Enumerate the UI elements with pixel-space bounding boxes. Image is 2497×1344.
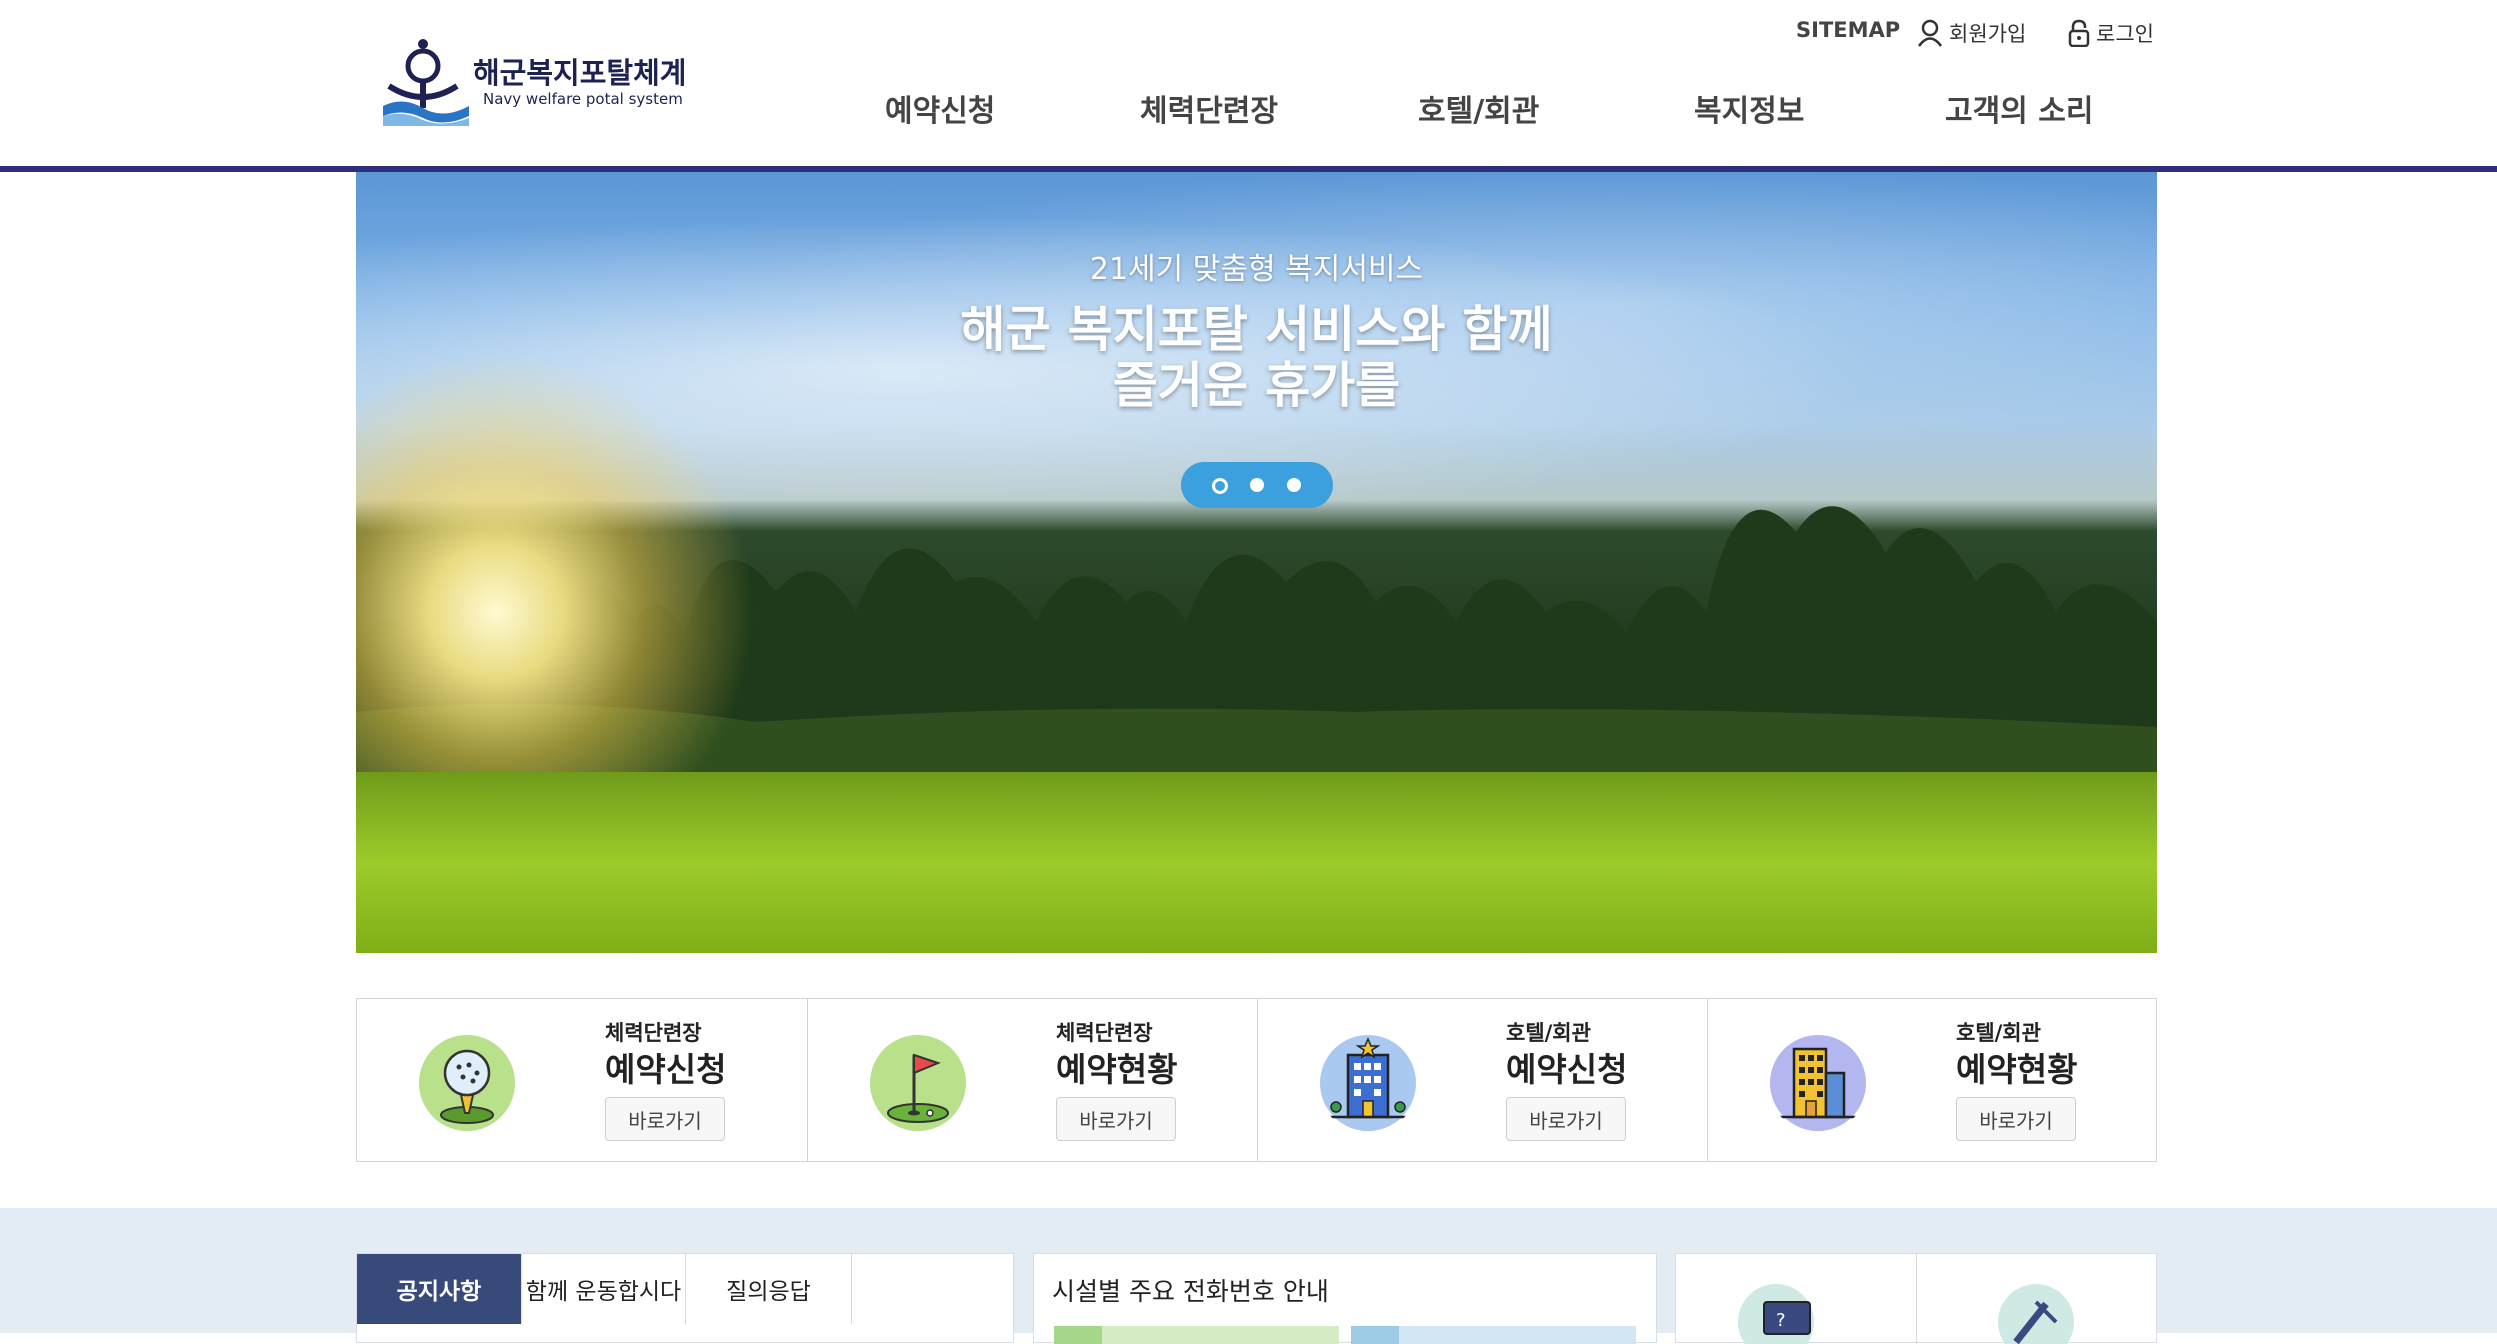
- nav-welfare-info[interactable]: 복지정보: [1694, 86, 1804, 130]
- quick-link-card: 체력단련장 예약현황 바로가기: [807, 999, 1257, 1161]
- golf-flag-icon: [870, 1035, 966, 1131]
- quick-link-title: 예약신청: [1506, 1050, 1628, 1089]
- goto-button[interactable]: 바로가기: [1956, 1097, 2076, 1141]
- tab-qna[interactable]: 질의응답: [686, 1254, 852, 1324]
- site-logo[interactable]: 해군복지포탈체계 Navy welfare potal system: [383, 36, 703, 126]
- user-icon: [1917, 19, 1943, 47]
- quick-link-title: 예약현황: [1956, 1050, 2078, 1089]
- goto-button[interactable]: 바로가기: [1506, 1097, 1626, 1141]
- hero-subtitle: 21세기 맞춤형 복지서비스: [1089, 252, 1424, 287]
- phone-tab-bar-1[interactable]: [1054, 1326, 1339, 1344]
- sitemap-label: SITEMAP: [1796, 18, 1901, 42]
- tab-notice[interactable]: 공지사항: [357, 1254, 522, 1324]
- hero-title-line1: 해군 복지포탈 서비스와 함께: [960, 301, 1553, 358]
- hero-title-line2: 즐거운 휴가를: [1112, 357, 1401, 414]
- quick-link-title: 예약신청: [605, 1050, 727, 1089]
- quick-link-card: 호텔/회관 예약신청 바로가기: [1257, 999, 1707, 1161]
- goto-button[interactable]: 바로가기: [1056, 1097, 1176, 1141]
- tab-exercise-together[interactable]: 함께 운동합시다: [522, 1254, 686, 1324]
- login-label: 로그인: [2096, 22, 2154, 46]
- phone-directory-panel: 시설별 주요 전화번호 안내: [1033, 1253, 1657, 1344]
- quick-link-card: 호텔/회관 예약현황 바로가기: [1707, 999, 2157, 1161]
- anchor-logo-icon: [383, 39, 469, 126]
- faq-chat-icon[interactable]: ?: [1736, 1282, 1846, 1344]
- hotel-tower-icon: [1770, 1035, 1866, 1131]
- slide-dot-2[interactable]: [1250, 478, 1264, 492]
- slide-dot-1[interactable]: [1212, 478, 1228, 494]
- phone-panel-title: 시설별 주요 전화번호 안내: [1052, 1277, 1329, 1306]
- slide-dot-3[interactable]: [1287, 478, 1301, 492]
- login-link[interactable]: 로그인: [2068, 18, 2154, 48]
- goto-button[interactable]: 바로가기: [605, 1097, 725, 1141]
- site-header: 해군복지포탈체계 Navy welfare potal system SITEM…: [0, 0, 2497, 166]
- golf-ball-icon: [419, 1035, 515, 1131]
- hotel-building-icon: [1320, 1035, 1416, 1131]
- nav-hotel[interactable]: 호텔/회관: [1418, 86, 1539, 130]
- nav-customer-voice[interactable]: 고객의 소리: [1945, 86, 2093, 130]
- phone-tab-bar-2[interactable]: [1351, 1326, 1636, 1344]
- shortcut-divider: [1916, 1254, 1917, 1344]
- quick-link-title: 예약현황: [1056, 1050, 1178, 1089]
- join-label: 회원가입: [1949, 22, 2027, 46]
- svg-text:?: ?: [1776, 1310, 1786, 1331]
- logo-subtitle: Navy welfare potal system: [483, 90, 683, 108]
- restaurant-icon[interactable]: [1976, 1282, 2086, 1344]
- quick-links: 체력단련장 예약신청 바로가기 체력단련장 예약현황 바로가기 호텔/회관 예약…: [356, 998, 2157, 1162]
- hero-grass: [356, 772, 2157, 953]
- shortcut-panel: ?: [1675, 1253, 2157, 1344]
- join-link[interactable]: 회원가입: [1917, 18, 2026, 48]
- hero-title: 해군 복지포탈 서비스와 함께 즐거운 휴가를: [356, 302, 2157, 414]
- board-panel: 공지사항 함께 운동합시다 질의응답: [356, 1253, 1014, 1343]
- sitemap-link[interactable]: SITEMAP: [1796, 18, 1900, 42]
- quick-link-card: 체력단련장 예약신청 바로가기: [357, 999, 807, 1161]
- hero-banner: 21세기 맞춤형 복지서비스 해군 복지포탈 서비스와 함께 즐거운 휴가를: [356, 172, 2157, 953]
- nav-fitness[interactable]: 체력단련장: [1140, 86, 1278, 130]
- slide-pager: [1181, 462, 1333, 508]
- lock-icon: [2068, 19, 2090, 47]
- nav-reservation[interactable]: 예약신청: [885, 86, 995, 130]
- logo-title: 해군복지포탈체계: [473, 56, 687, 90]
